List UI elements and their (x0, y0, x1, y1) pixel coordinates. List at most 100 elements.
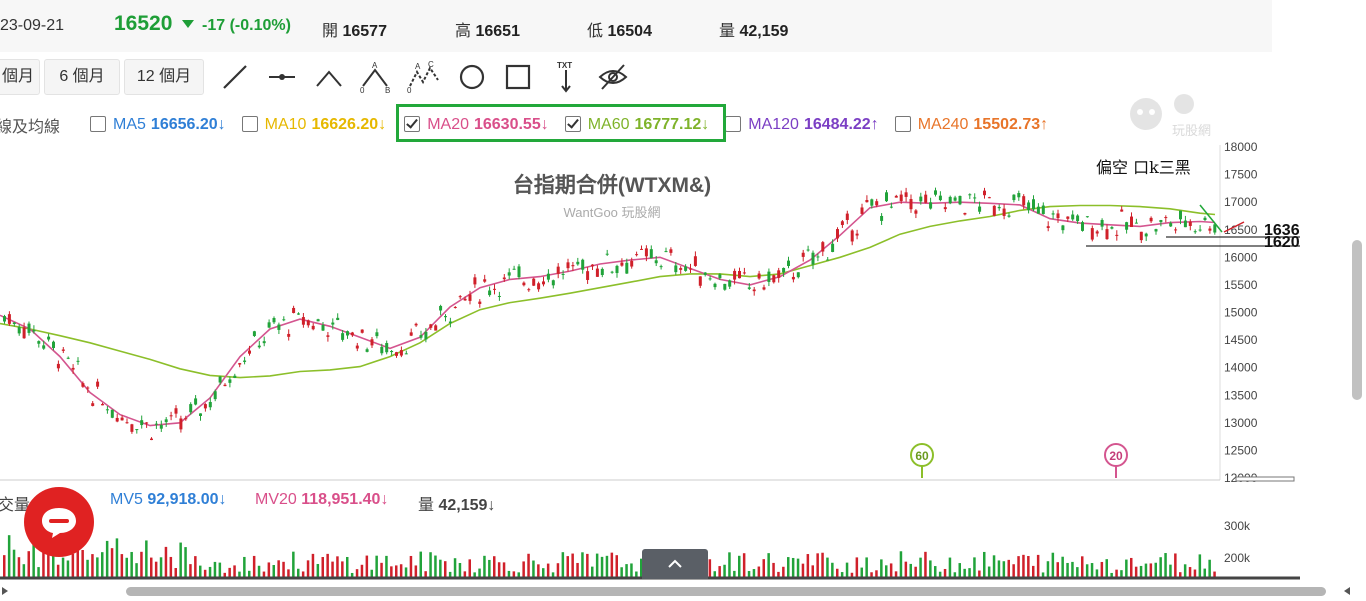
period-button-12-months[interactable]: 12 個月 (124, 59, 204, 95)
volume-bar (297, 568, 300, 577)
circle-tool-icon[interactable] (455, 60, 489, 94)
price-tick-label: 18000 (1224, 140, 1258, 154)
candle-body (321, 325, 325, 331)
volume-bar (728, 552, 731, 577)
ma10-checkbox[interactable] (241, 116, 258, 132)
hide-drawings-icon[interactable] (596, 60, 630, 94)
volume-bar (953, 572, 957, 577)
candle-body (203, 404, 207, 409)
ma-item-ma120[interactable]: MA120 16484.22↑ (725, 116, 879, 134)
candle-body (816, 256, 820, 258)
volume-bar (840, 572, 844, 577)
volume-bar (635, 571, 638, 577)
line-tool-icon[interactable] (218, 60, 252, 94)
candle-body (1007, 215, 1011, 217)
ma-item-ma10[interactable]: MA10 16626.20↓ (241, 116, 386, 134)
candle-body (96, 381, 100, 387)
candle-body (1193, 231, 1197, 233)
price-tick-label: 17000 (1224, 195, 1258, 209)
volume-bar (444, 561, 447, 577)
mv5-name: MV5 (110, 491, 143, 508)
candle-body (943, 207, 947, 210)
volume-bar (522, 561, 525, 577)
volume-bar (453, 558, 457, 577)
candle-body (404, 353, 408, 355)
candle-body (233, 375, 237, 378)
volume-bar (610, 552, 614, 577)
volume-bar (904, 561, 908, 577)
candle-body (865, 200, 869, 203)
txt-label: TXT (557, 61, 572, 70)
volume-bar (365, 555, 369, 577)
volume-bar (497, 562, 501, 577)
ma120-checkbox[interactable] (725, 116, 742, 132)
candle-body (684, 266, 688, 271)
candle-body (262, 341, 266, 344)
volume-bar (326, 553, 329, 577)
price-axis-handle[interactable] (1235, 476, 1295, 482)
candle-body (522, 282, 526, 286)
price-tick-label: 15000 (1224, 306, 1258, 320)
volume-bar (1125, 559, 1128, 577)
candle-body (1120, 209, 1124, 212)
candle-body (875, 201, 879, 206)
candle-body (306, 320, 310, 326)
wave-label-c: C (428, 60, 434, 69)
volume-bar (527, 553, 530, 577)
horizontal-scrollbar[interactable] (126, 587, 1326, 596)
candle-body (640, 248, 643, 250)
ma20-line (0, 201, 1216, 427)
volume-bar (1188, 567, 1192, 577)
volume-bar (860, 567, 863, 577)
abc-pattern-tool-icon[interactable]: 0 A B (358, 60, 392, 94)
vertical-scrollbar[interactable] (1352, 240, 1362, 400)
collapse-panel-button[interactable] (642, 549, 708, 579)
volume-bar (1090, 563, 1094, 577)
volume-bar (12, 549, 16, 577)
ma5-checkbox[interactable] (90, 116, 107, 132)
volume-bar (772, 562, 775, 577)
candle-body (463, 298, 467, 301)
ma-item-ma240[interactable]: MA240 15502.73↑ (894, 116, 1049, 134)
wave-tool-icon[interactable]: 0 A C (407, 60, 441, 94)
volume-bar (336, 556, 339, 577)
volume-bar (958, 563, 961, 577)
volume-bar (399, 564, 403, 577)
candle-body (537, 283, 541, 290)
candle-body (365, 349, 369, 352)
volume-bar (738, 555, 741, 577)
volume-bar (1002, 561, 1006, 577)
ma240-value: 15502.73↑ (973, 116, 1049, 133)
ma-item-ma5[interactable]: MA5 16656.20↓ (90, 116, 226, 134)
chat-button[interactable] (24, 487, 94, 557)
period-button-6-months[interactable]: 6 個月 (44, 59, 120, 95)
volume-bar (542, 568, 545, 577)
text-tool-icon[interactable]: TXT (549, 60, 583, 94)
candle-body (429, 324, 433, 328)
scroll-right-icon[interactable] (0, 583, 10, 595)
volume-bar (620, 567, 623, 577)
price-tick-label: 13500 (1224, 388, 1258, 402)
volume-bar (1071, 561, 1074, 577)
volume-bar (380, 562, 383, 577)
watermark-brand: 玩股網 (1172, 123, 1212, 138)
volume-bar (723, 564, 726, 577)
candle-body (71, 367, 75, 370)
candle-body (649, 249, 653, 259)
candle-body (439, 305, 443, 311)
candle-body (992, 205, 996, 216)
horizontal-line-tool-icon[interactable] (265, 60, 299, 94)
angle-tool-icon[interactable] (312, 60, 346, 94)
mv20-legend: MV20 118,951.40↓ (255, 491, 388, 509)
candle-body (674, 265, 678, 273)
period-button-months[interactable]: 個月 (0, 59, 40, 95)
candle-body (350, 332, 354, 336)
candle-body (1164, 217, 1168, 219)
volume-bar (880, 559, 883, 577)
volume-bar (321, 557, 324, 577)
ma240-checkbox[interactable] (894, 116, 911, 132)
rectangle-tool-icon[interactable] (501, 60, 535, 94)
scroll-left-icon[interactable] (1342, 583, 1352, 595)
candle-body (257, 345, 261, 348)
volume-bar (821, 552, 824, 577)
